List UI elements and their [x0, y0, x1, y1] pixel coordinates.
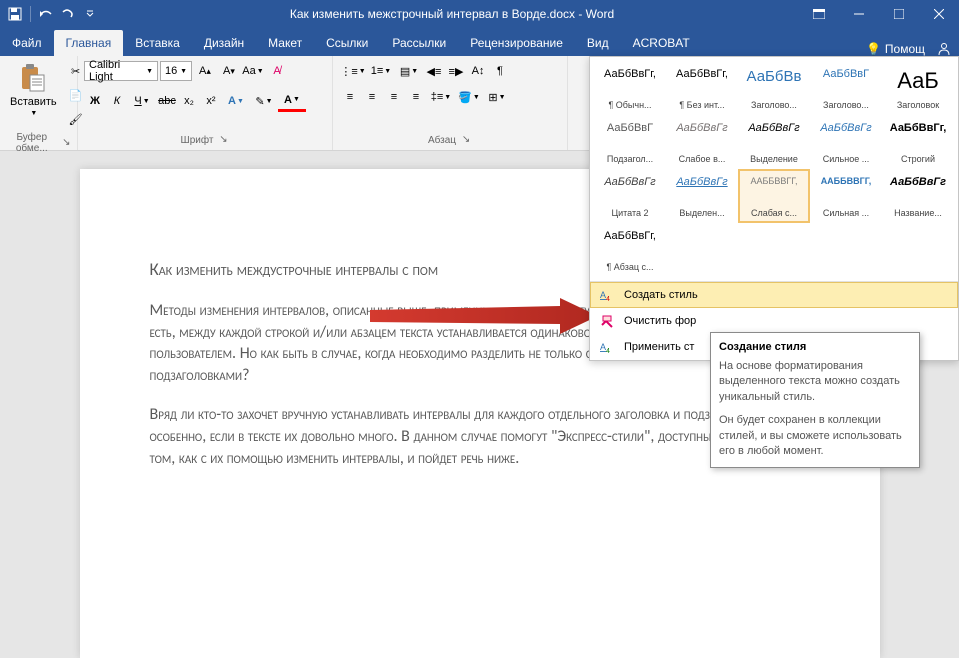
- style-item[interactable]: АаБбВвГЗаголово...: [810, 61, 882, 115]
- svg-text:4: 4: [606, 296, 610, 303]
- styles-gallery: АаБбВвГг,¶ Обычн...АаБбВвГг,¶ Без инт...…: [589, 56, 959, 361]
- borders-icon[interactable]: ⊞▼: [483, 86, 511, 108]
- group-font: Calibri Light▼ 16▼ A▴ A▾ Aa▼ A̸ Ж К Ч▼ a…: [78, 56, 333, 150]
- tab-review[interactable]: Рецензирование: [458, 30, 575, 56]
- window-controls: [799, 0, 959, 28]
- style-item[interactable]: АаБбВвГг,Строгий: [882, 115, 954, 169]
- align-right-icon[interactable]: ≡: [383, 86, 405, 108]
- style-item[interactable]: АаБбВвГгСильное ...: [810, 115, 882, 169]
- ribbon: Вставить ▼ ✂ 📄 🖌 Буфер обме...↘ Calibri …: [0, 56, 959, 151]
- grow-font-icon[interactable]: A▴: [194, 60, 216, 82]
- strike-icon[interactable]: abc: [156, 90, 178, 112]
- style-item[interactable]: АаБбВвГгНазвание...: [882, 169, 954, 223]
- style-item[interactable]: АаБбВвГгЦитата 2: [594, 169, 666, 223]
- superscript-icon[interactable]: x²: [200, 90, 222, 112]
- style-item[interactable]: АаБбВвЗаголово...: [738, 61, 810, 115]
- create-style-icon: A̲4: [600, 287, 616, 303]
- style-item[interactable]: ААББВВГГ,Слабая с...: [738, 169, 810, 223]
- clipboard-launcher-icon[interactable]: ↘: [62, 137, 71, 149]
- bullets-icon[interactable]: ⋮≡▼: [339, 60, 367, 82]
- menu-create-style[interactable]: A̲4 Создать стиль: [590, 282, 958, 308]
- style-item[interactable]: АаБбВвГг,¶ Абзац с...: [594, 223, 666, 277]
- tab-view[interactable]: Вид: [575, 30, 621, 56]
- close-icon[interactable]: [919, 0, 959, 28]
- redo-icon[interactable]: [61, 7, 75, 21]
- tab-layout[interactable]: Макет: [256, 30, 314, 56]
- save-icon[interactable]: [8, 7, 22, 21]
- title-bar: Как изменить межстрочный интервал в Ворд…: [0, 0, 959, 28]
- font-size-combo[interactable]: 16▼: [160, 61, 192, 81]
- line-spacing-icon[interactable]: ‡≡▼: [427, 86, 455, 108]
- sort-icon[interactable]: A↕: [467, 60, 489, 82]
- highlight-icon[interactable]: ✎▼: [250, 90, 278, 112]
- justify-icon[interactable]: ≡: [405, 86, 427, 108]
- group-clipboard: Вставить ▼ ✂ 📄 🖌 Буфер обме...↘: [0, 56, 78, 150]
- style-item[interactable]: АаБбВвГПодзагол...: [594, 115, 666, 169]
- tab-mailings[interactable]: Рассылки: [380, 30, 458, 56]
- decrease-indent-icon[interactable]: ◀≡: [423, 60, 445, 82]
- minimize-icon[interactable]: [839, 0, 879, 28]
- tab-design[interactable]: Дизайн: [192, 30, 256, 56]
- align-left-icon[interactable]: ≡: [339, 86, 361, 108]
- font-launcher-icon[interactable]: ↘: [217, 134, 229, 146]
- style-item[interactable]: АаБбВвГгСлабое в...: [666, 115, 738, 169]
- tab-home[interactable]: Главная: [54, 30, 124, 56]
- italic-icon[interactable]: К: [106, 90, 128, 112]
- clear-format-menu-icon: [600, 313, 616, 329]
- subscript-icon[interactable]: x₂: [178, 90, 200, 112]
- tab-insert[interactable]: Вставка: [123, 30, 192, 56]
- window-title: Как изменить межстрочный интервал в Ворд…: [105, 7, 799, 21]
- align-center-icon[interactable]: ≡: [361, 86, 383, 108]
- shrink-font-icon[interactable]: A▾: [218, 60, 240, 82]
- font-name-combo[interactable]: Calibri Light▼: [84, 61, 158, 81]
- multilevel-icon[interactable]: ▤▼: [395, 60, 423, 82]
- paste-button[interactable]: Вставить ▼: [6, 60, 61, 119]
- tooltip: Создание стиля На основе форматирования …: [710, 332, 920, 468]
- style-item[interactable]: АаБбВвГг,¶ Обычн...: [594, 61, 666, 115]
- show-marks-icon[interactable]: ¶: [489, 60, 511, 82]
- style-item[interactable]: АаБбВвГгВыделение: [738, 115, 810, 169]
- increase-indent-icon[interactable]: ≡▶: [445, 60, 467, 82]
- ribbon-display-icon[interactable]: [799, 0, 839, 28]
- style-item[interactable]: АаБЗаголовок: [882, 61, 954, 115]
- apply-styles-icon: A̲4: [600, 339, 616, 355]
- text-effects-icon[interactable]: A▼: [222, 90, 250, 112]
- tooltip-body: На основе форматирования выделенного тек…: [719, 359, 911, 459]
- clear-format-icon[interactable]: A̸: [266, 60, 288, 82]
- style-item[interactable]: АаБбВвГгВыделен...: [666, 169, 738, 223]
- tell-me-icon[interactable]: 💡 Помощ: [866, 42, 925, 56]
- underline-icon[interactable]: Ч▼: [128, 90, 156, 112]
- change-case-icon[interactable]: Aa▼: [242, 60, 264, 82]
- numbering-icon[interactable]: 1≡▼: [367, 60, 395, 82]
- style-item[interactable]: АаБбВвГг,¶ Без инт...: [666, 61, 738, 115]
- menu-clear-format[interactable]: Очистить фор: [590, 308, 958, 334]
- font-color-icon[interactable]: A▼: [278, 90, 306, 112]
- paragraph-launcher-icon[interactable]: ↘: [460, 134, 472, 146]
- qat-customize-icon[interactable]: [83, 7, 97, 21]
- tab-file[interactable]: Файл: [0, 30, 54, 56]
- style-item[interactable]: ААББВВГГ,Сильная ...: [810, 169, 882, 223]
- share-icon[interactable]: [937, 42, 951, 56]
- ribbon-tabs: Файл Главная Вставка Дизайн Макет Ссылки…: [0, 28, 959, 56]
- shading-icon[interactable]: 🪣▼: [455, 86, 483, 108]
- tooltip-title: Создание стиля: [719, 341, 911, 353]
- bold-icon[interactable]: Ж: [84, 90, 106, 112]
- quick-access-toolbar: [0, 6, 105, 22]
- tab-references[interactable]: Ссылки: [314, 30, 380, 56]
- svg-text:4: 4: [606, 348, 610, 355]
- maximize-icon[interactable]: [879, 0, 919, 28]
- tab-acrobat[interactable]: ACROBAT: [621, 30, 702, 56]
- group-paragraph: ⋮≡▼ 1≡▼ ▤▼ ◀≡ ≡▶ A↕ ¶ ≡ ≡ ≡ ≡ ‡≡▼ 🪣▼ ⊞▼ …: [333, 56, 568, 150]
- undo-icon[interactable]: [39, 7, 53, 21]
